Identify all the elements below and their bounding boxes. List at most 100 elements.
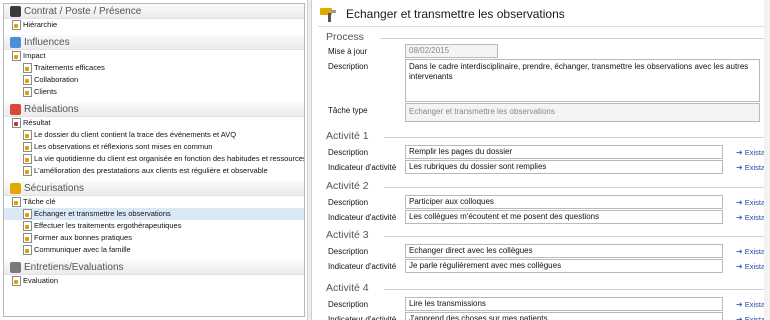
activity-description-label: Description (328, 148, 369, 157)
tree-section-0[interactable]: Contrat / Poste / Présence (4, 4, 304, 19)
tree-item[interactable]: Effectuer les traitements ergothérapeuti… (4, 220, 304, 232)
activity-divider (384, 236, 764, 237)
document-icon (12, 276, 21, 286)
activity-indicator-label: Indicateur d'activité (328, 262, 397, 271)
document-icon (23, 209, 32, 219)
tache-type-label: Tâche type (328, 106, 368, 115)
document-icon (23, 154, 32, 164)
tree-item-label: La vie quotidienne du client est organis… (34, 154, 304, 163)
vertical-scrollbar[interactable] (764, 0, 770, 320)
document-icon (23, 233, 32, 243)
arrow-right-icon: ➜ (736, 300, 743, 309)
tree-item-label: Former aux bonnes pratiques (34, 233, 132, 242)
tree-item[interactable]: Tâche clé (4, 196, 304, 208)
tree-item[interactable]: Traitements efficaces (4, 62, 304, 74)
tree-item-label: L'amélioration des prestatations aux cli… (34, 166, 268, 175)
document-icon (12, 51, 21, 61)
activity-description-label: Description (328, 300, 369, 309)
interview-icon (10, 261, 21, 273)
book-icon (10, 5, 21, 17)
tree-section-1[interactable]: Influences (4, 35, 304, 50)
activity-divider (384, 187, 764, 188)
tache-type-field[interactable]: Echanger et transmettre les observations (405, 103, 760, 122)
page-title: Echanger et transmettre les observations (346, 7, 565, 21)
detail-panel: Echanger et transmettre les observations… (314, 0, 770, 320)
tree-item[interactable]: Echanger et transmettre les observations (4, 208, 304, 220)
document-icon (23, 63, 32, 73)
tree-item-label: Impact (23, 51, 46, 60)
panel-splitter[interactable] (307, 0, 312, 320)
activity-divider (384, 289, 764, 290)
arrow-right-icon: ➜ (736, 198, 743, 207)
process-divider (380, 38, 764, 39)
activity-1-title: Activité 1 (326, 130, 369, 142)
tree-section-3[interactable]: Sécurisations (4, 181, 304, 196)
activity-indicator-field[interactable]: J'apprend des choses sur mes patients (405, 312, 723, 320)
tree-item[interactable]: La vie quotidienne du client est organis… (4, 153, 304, 165)
description-label: Description (328, 62, 369, 71)
tree-item-label: Les observations et réflexions sont mise… (34, 142, 213, 151)
tree-item[interactable]: Collaboration (4, 74, 304, 86)
activity-indicator-field[interactable]: Les rubriques du dossier sont remplies (405, 160, 723, 174)
tree-item-label: Echanger et transmettre les observations (34, 209, 171, 218)
document-icon (23, 166, 32, 176)
tree-item-label: Résultat (23, 118, 51, 127)
document-icon (12, 118, 21, 128)
document-icon (23, 142, 32, 152)
activity-4-title: Activité 4 (326, 282, 369, 294)
activity-indicator-label: Indicateur d'activité (328, 315, 397, 320)
activity-description-field[interactable]: Echanger direct avec les collègues (405, 244, 723, 258)
tree-item[interactable]: Evaluation (4, 275, 304, 287)
tree-section-title: Entretiens/Evaluations (24, 261, 124, 273)
tree-item[interactable]: Former aux bonnes pratiques (4, 232, 304, 244)
activity-indicator-label: Indicateur d'activité (328, 213, 397, 222)
document-icon (12, 197, 21, 207)
document-icon (23, 221, 32, 231)
navigation-tree: Contrat / Poste / Présence Hiérarchie Infl… (3, 3, 305, 317)
tree-section-title: Influences (24, 36, 70, 48)
tree-item[interactable]: Le dossier du client contient la trace d… (4, 129, 304, 141)
tools-icon (10, 182, 21, 194)
document-icon (23, 87, 32, 97)
activity-description-field[interactable]: Participer aux colloques (405, 195, 723, 209)
arrow-right-icon: ➜ (736, 247, 743, 256)
description-field[interactable]: Dans le cadre interdisciplinaire, prendr… (405, 59, 760, 102)
tree-section-4[interactable]: Entretiens/Evaluations (4, 260, 304, 275)
document-icon (12, 20, 21, 30)
tree-item-label: Traitements efficaces (34, 63, 105, 72)
document-icon (23, 245, 32, 255)
tree-item-label: Effectuer les traitements ergothérapeuti… (34, 221, 182, 230)
tree-item[interactable]: Clients (4, 86, 304, 98)
tree-item-label: Hiérarchie (23, 20, 58, 29)
tree-section-2[interactable]: Réalisations (4, 102, 304, 117)
tree-item-label: Communiquer avec la famille (34, 245, 131, 254)
document-icon (23, 75, 32, 85)
tree-item-label: Le dossier du client contient la trace d… (34, 130, 237, 139)
tree-item[interactable]: Hiérarchie (4, 19, 304, 31)
people-icon (10, 36, 21, 48)
tree-section-title: Sécurisations (24, 182, 85, 194)
activity-indicator-field[interactable]: Les collègues m'écoutent et me posent de… (405, 210, 723, 224)
arrow-right-icon: ➜ (736, 262, 743, 271)
tree-section-title: Contrat / Poste / Présence (24, 5, 142, 17)
mise-a-jour-label: Mise à jour (328, 47, 368, 56)
activity-description-label: Description (328, 247, 369, 256)
tree-item-label: Tâche clé (23, 197, 56, 206)
tree-item-label: Collaboration (34, 75, 79, 84)
tree-item[interactable]: Communiquer avec la famille (4, 244, 304, 256)
tree-section-title: Réalisations (24, 103, 79, 115)
mise-a-jour-field[interactable]: 08/02/2015 (405, 44, 498, 58)
arrow-right-icon: ➜ (736, 213, 743, 222)
tree-item[interactable]: Impact (4, 50, 304, 62)
title-divider (318, 26, 770, 27)
activity-divider (384, 137, 764, 138)
target-icon (10, 103, 21, 115)
activity-description-field[interactable]: Remplir les pages du dossier (405, 145, 723, 159)
tree-item[interactable]: L'amélioration des prestatations aux cli… (4, 165, 304, 177)
tree-item-label: Evaluation (23, 276, 59, 285)
tree-item[interactable]: Les observations et réflexions sont mise… (4, 141, 304, 153)
activity-description-field[interactable]: Lire les transmissions (405, 297, 723, 311)
tree-item[interactable]: Résultat (4, 117, 304, 129)
activity-indicator-label: Indicateur d'activité (328, 163, 397, 172)
activity-indicator-field[interactable]: Je parle régulièrement avec mes collègue… (405, 259, 723, 273)
